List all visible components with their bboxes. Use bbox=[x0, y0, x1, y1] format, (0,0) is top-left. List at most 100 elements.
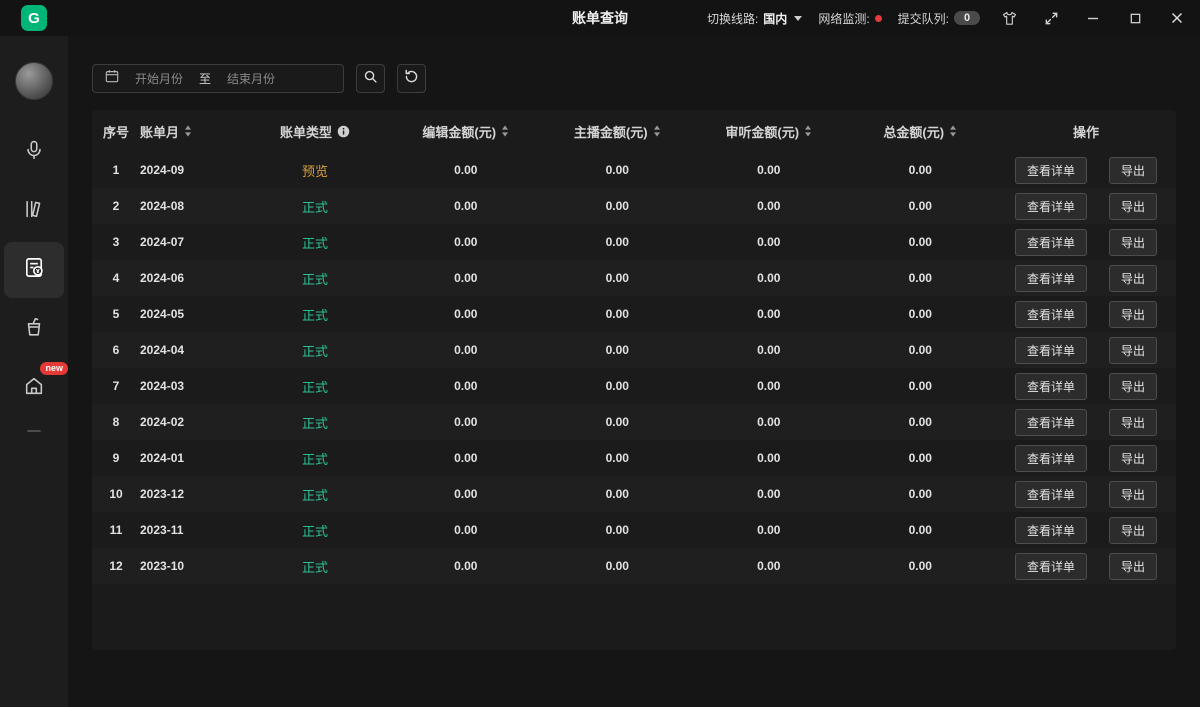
view-detail-button[interactable]: 查看详单 bbox=[1015, 301, 1087, 328]
total-amount: 0.00 bbox=[845, 307, 997, 321]
view-detail-button[interactable]: 查看详单 bbox=[1015, 517, 1087, 544]
view-detail-button[interactable]: 查看详单 bbox=[1015, 157, 1087, 184]
start-month-input[interactable]: 开始月份 bbox=[135, 70, 183, 87]
review-amount: 0.00 bbox=[693, 235, 845, 249]
row-index: 5 bbox=[92, 307, 140, 321]
search-button[interactable] bbox=[356, 64, 385, 93]
view-detail-button[interactable]: 查看详单 bbox=[1015, 445, 1087, 472]
review-amount: 0.00 bbox=[693, 415, 845, 429]
anchor-amount: 0.00 bbox=[542, 487, 694, 501]
month-range-picker[interactable]: 开始月份 至 结束月份 bbox=[92, 64, 344, 93]
view-detail-button[interactable]: 查看详单 bbox=[1015, 265, 1087, 292]
row-index: 10 bbox=[92, 487, 140, 501]
header-review-amount[interactable]: 审听金额(元) bbox=[693, 122, 845, 141]
row-index: 8 bbox=[92, 415, 140, 429]
edit-amount: 0.00 bbox=[390, 415, 542, 429]
export-button[interactable]: 导出 bbox=[1109, 229, 1157, 256]
review-amount: 0.00 bbox=[693, 451, 845, 465]
sidebar-item-shop[interactable]: new bbox=[4, 360, 64, 416]
header-total-amount-label: 总金额(元) bbox=[883, 122, 944, 141]
view-detail-button[interactable]: 查看详单 bbox=[1015, 193, 1087, 220]
header-type-label: 账单类型 bbox=[280, 122, 332, 141]
export-button[interactable]: 导出 bbox=[1109, 301, 1157, 328]
edit-amount: 0.00 bbox=[390, 307, 542, 321]
info-icon[interactable] bbox=[337, 125, 350, 138]
bill-month: 2024-03 bbox=[140, 379, 240, 393]
export-button[interactable]: 导出 bbox=[1109, 157, 1157, 184]
export-button[interactable]: 导出 bbox=[1109, 337, 1157, 364]
sort-icon[interactable] bbox=[653, 125, 661, 137]
close-button[interactable] bbox=[1164, 5, 1190, 31]
sidebar-item-billing[interactable] bbox=[4, 242, 64, 298]
table-row: 72024-03正式0.000.000.000.00查看详单导出 bbox=[92, 368, 1176, 404]
minimize-button[interactable] bbox=[1080, 5, 1106, 31]
sidebar-item-library[interactable] bbox=[4, 183, 64, 239]
sort-icon[interactable] bbox=[949, 125, 957, 137]
sort-icon[interactable] bbox=[804, 125, 812, 137]
refresh-button[interactable] bbox=[397, 64, 426, 93]
view-detail-button[interactable]: 查看详单 bbox=[1015, 481, 1087, 508]
fullscreen-button[interactable] bbox=[1038, 5, 1064, 31]
bill-type: 正式 bbox=[240, 521, 390, 540]
anchor-amount: 0.00 bbox=[542, 451, 694, 465]
sort-icon[interactable] bbox=[184, 125, 192, 137]
bill-type: 正式 bbox=[240, 377, 390, 396]
avatar[interactable] bbox=[15, 62, 53, 100]
row-index: 6 bbox=[92, 343, 140, 357]
view-detail-button[interactable]: 查看详单 bbox=[1015, 373, 1087, 400]
end-month-input[interactable]: 结束月份 bbox=[227, 70, 275, 87]
header-total-amount[interactable]: 总金额(元) bbox=[845, 122, 997, 141]
header-month[interactable]: 账单月 bbox=[140, 122, 240, 141]
view-detail-button[interactable]: 查看详单 bbox=[1015, 229, 1087, 256]
view-detail-button[interactable]: 查看详单 bbox=[1015, 409, 1087, 436]
skin-theme-button[interactable] bbox=[996, 5, 1022, 31]
app-window: G 账单查询 切换线路: 国内 网络监测: 提交队列: 0 bbox=[0, 0, 1200, 707]
bill-month: 2023-10 bbox=[140, 559, 240, 573]
export-button[interactable]: 导出 bbox=[1109, 481, 1157, 508]
view-detail-button[interactable]: 查看详单 bbox=[1015, 553, 1087, 580]
anchor-amount: 0.00 bbox=[542, 559, 694, 573]
anchor-amount: 0.00 bbox=[542, 307, 694, 321]
review-amount: 0.00 bbox=[693, 163, 845, 177]
row-index: 11 bbox=[92, 523, 140, 537]
total-amount: 0.00 bbox=[845, 271, 997, 285]
sidebar-item-voice[interactable] bbox=[4, 124, 64, 180]
sort-icon[interactable] bbox=[501, 125, 509, 137]
table-row: 122023-10正式0.000.000.000.00查看详单导出 bbox=[92, 548, 1176, 584]
library-icon bbox=[23, 198, 45, 225]
maximize-button[interactable] bbox=[1122, 5, 1148, 31]
row-actions: 查看详单导出 bbox=[996, 265, 1176, 292]
total-amount: 0.00 bbox=[845, 343, 997, 357]
sidebar-item-drink[interactable] bbox=[4, 301, 64, 357]
bill-type: 正式 bbox=[240, 485, 390, 504]
line-switch-dropdown[interactable]: 切换线路: 国内 bbox=[707, 10, 802, 27]
total-amount: 0.00 bbox=[845, 379, 997, 393]
edit-amount: 0.00 bbox=[390, 559, 542, 573]
anchor-amount: 0.00 bbox=[542, 415, 694, 429]
header-index-label: 序号 bbox=[103, 122, 129, 141]
export-button[interactable]: 导出 bbox=[1109, 193, 1157, 220]
header-index: 序号 bbox=[92, 122, 140, 141]
bill-type: 正式 bbox=[240, 269, 390, 288]
anchor-amount: 0.00 bbox=[542, 199, 694, 213]
export-button[interactable]: 导出 bbox=[1109, 553, 1157, 580]
export-button[interactable]: 导出 bbox=[1109, 445, 1157, 472]
export-button[interactable]: 导出 bbox=[1109, 517, 1157, 544]
bill-type: 正式 bbox=[240, 557, 390, 576]
export-button[interactable]: 导出 bbox=[1109, 373, 1157, 400]
window-title: 账单查询 bbox=[572, 8, 628, 28]
microphone-icon bbox=[23, 139, 45, 166]
header-edit-amount[interactable]: 编辑金额(元) bbox=[390, 122, 542, 141]
header-anchor-amount[interactable]: 主播金额(元) bbox=[542, 122, 694, 141]
table-row: 22024-08正式0.000.000.000.00查看详单导出 bbox=[92, 188, 1176, 224]
view-detail-button[interactable]: 查看详单 bbox=[1015, 337, 1087, 364]
edit-amount: 0.00 bbox=[390, 163, 542, 177]
edit-amount: 0.00 bbox=[390, 235, 542, 249]
bill-month: 2024-02 bbox=[140, 415, 240, 429]
bill-month: 2024-05 bbox=[140, 307, 240, 321]
header-edit-amount-label: 编辑金额(元) bbox=[422, 122, 496, 141]
close-icon bbox=[1170, 11, 1184, 25]
bill-month: 2024-09 bbox=[140, 163, 240, 177]
export-button[interactable]: 导出 bbox=[1109, 265, 1157, 292]
export-button[interactable]: 导出 bbox=[1109, 409, 1157, 436]
